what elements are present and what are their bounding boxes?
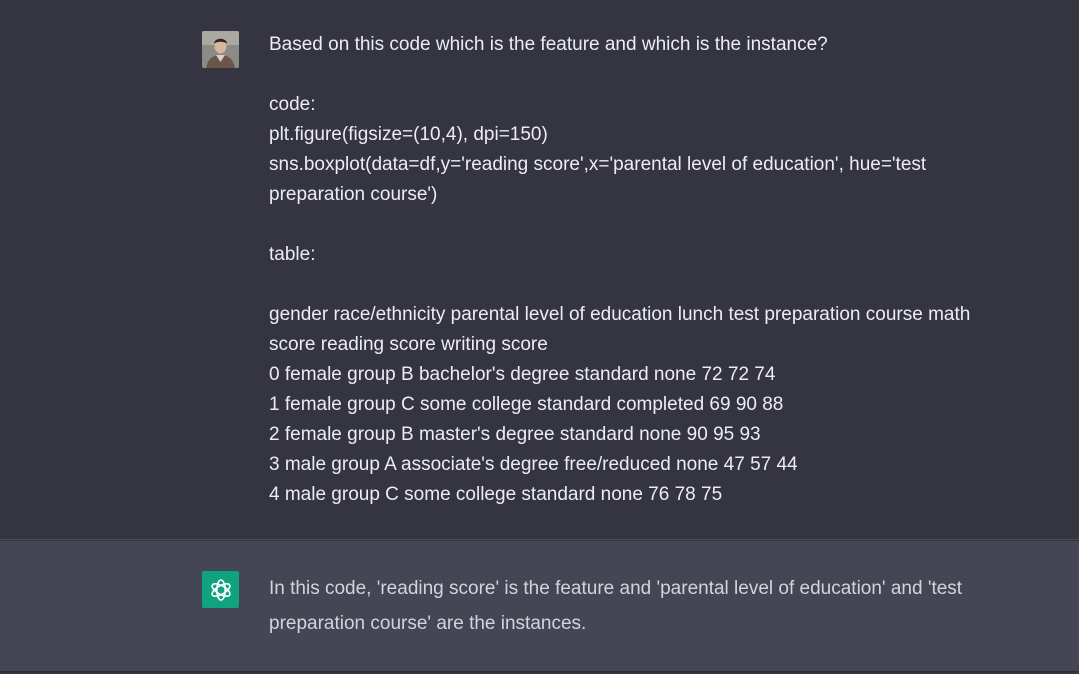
user-avatar-photo: [202, 31, 239, 68]
message-line: sns.boxplot(data=df,y='reading score',x=…: [269, 154, 927, 175]
message-line: In this code, 'reading score' is the fea…: [269, 578, 963, 599]
assistant-message-text: In this code, 'reading score' is the fea…: [269, 571, 1069, 641]
message-line: preparation course'): [269, 184, 438, 205]
table-row-line: 1 female group C some college standard c…: [269, 394, 784, 415]
openai-logo-icon: [210, 578, 231, 601]
message-line: Based on this code which is the feature …: [269, 34, 828, 55]
chat-thread: Based on this code which is the feature …: [0, 0, 1079, 674]
table-row-line: 4 male group C some college standard non…: [269, 484, 723, 505]
user-message: Based on this code which is the feature …: [0, 0, 1079, 540]
assistant-avatar: [202, 571, 239, 608]
table-header-line: score reading score writing score: [269, 334, 548, 355]
message-line: preparation course' are the instances.: [269, 613, 587, 634]
table-row-line: 2 female group B master's degree standar…: [269, 424, 761, 445]
message-line: table:: [269, 244, 316, 265]
message-line: plt.figure(figsize=(10,4), dpi=150): [269, 124, 548, 145]
message-line: code:: [269, 94, 316, 115]
user-message-text: Based on this code which is the feature …: [269, 30, 1069, 510]
table-row-line: 3 male group A associate's degree free/r…: [269, 454, 798, 475]
user-avatar: [202, 31, 239, 68]
assistant-message: In this code, 'reading score' is the fea…: [0, 541, 1079, 672]
table-header-line: gender race/ethnicity parental level of …: [269, 304, 971, 325]
table-row-line: 0 female group B bachelor's degree stand…: [269, 364, 776, 385]
